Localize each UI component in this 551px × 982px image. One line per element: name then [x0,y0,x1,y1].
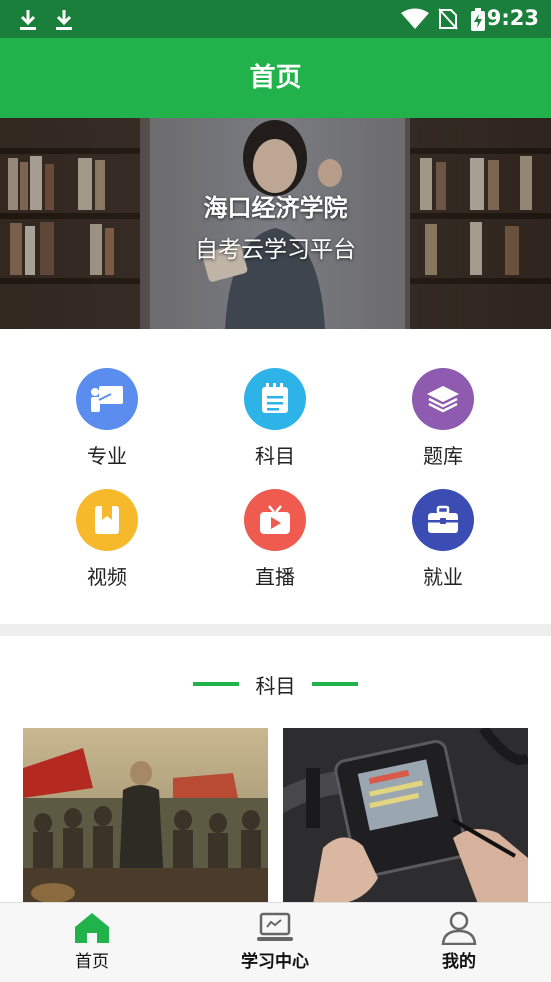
status-bar: 9:23 [0,0,551,38]
section-bar-right [312,682,358,686]
briefcase-icon [412,489,474,551]
section-header: 科目 [0,666,551,702]
car-diagnostics-card[interactable] [283,728,528,904]
tab-label: 首页 [75,952,109,972]
battery-charging-icon [471,8,485,31]
presentation-icon [76,368,138,430]
tab-home[interactable]: 首页 [22,903,162,982]
grid-label: 视频 [87,565,127,589]
download-icon [20,10,36,30]
tab-learning-center[interactable]: 学习中心 [205,903,345,982]
grid-label: 科目 [255,444,295,468]
page-title: 首页 [249,63,302,93]
grid-label: 直播 [255,565,295,589]
grid-item-employment[interactable]: 就业 [383,489,503,590]
user-icon [441,911,477,945]
grid-label: 题库 [423,444,463,468]
home-icon [75,913,109,943]
notebook-icon [244,368,306,430]
grid-label: 专业 [87,444,127,468]
section-title: 科目 [255,674,296,698]
no-sim-icon [438,8,458,30]
tab-label: 我的 [442,952,476,972]
banner[interactable]: 海口经济学院 自考云学习平台 [0,118,551,329]
grid-item-video[interactable]: 视频 [47,489,167,590]
app-bar: 首页 [0,38,551,118]
bookmark-book-icon [76,489,138,551]
grid-item-live[interactable]: 直播 [215,489,335,590]
grid-item-major[interactable]: 专业 [47,368,167,469]
layers-icon [412,368,474,430]
grid-item-question-bank[interactable]: 题库 [383,368,503,469]
banner-title: 海口经济学院 [203,194,348,222]
history-painting-card[interactable] [23,728,268,904]
feature-grid: 专业 科目 题库 视频 直播 就业 [0,329,551,624]
card-image [23,728,268,904]
card-image [283,728,528,904]
grid-label: 就业 [423,565,463,589]
banner-image [0,118,551,329]
laptop-icon [257,912,293,941]
status-time: 9:23 [486,6,539,30]
section-divider [0,624,551,636]
tab-mine[interactable]: 我的 [389,903,529,982]
download-icon [56,10,72,30]
bottom-nav: 首页 学习中心 我的 [0,902,551,982]
banner-subtitle: 自考云学习平台 [195,237,356,263]
tab-label: 学习中心 [241,952,309,972]
grid-item-subjects[interactable]: 科目 [215,368,335,469]
tv-play-icon [244,489,306,551]
wifi-icon [401,8,429,29]
